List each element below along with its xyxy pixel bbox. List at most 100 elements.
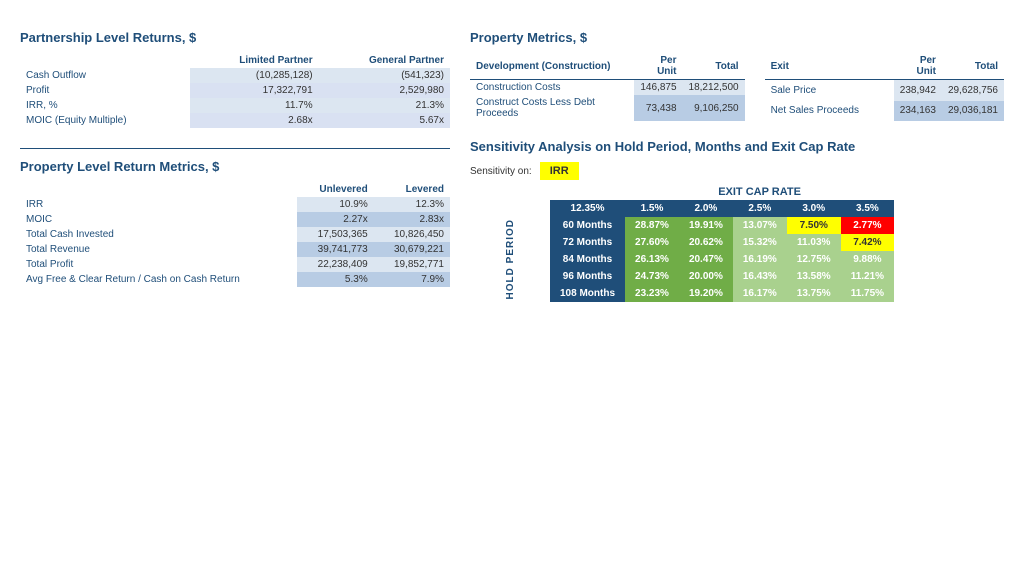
hold-period-label: HOLD PERIOD bbox=[470, 217, 550, 302]
sens-cell: 7.50% bbox=[787, 217, 841, 234]
row-label: IRR, % bbox=[20, 98, 190, 113]
sens-cell: 11.21% bbox=[841, 268, 894, 285]
row-unlevered: 22,238,409 bbox=[297, 257, 373, 272]
metrics-unlevered-header: Unlevered bbox=[297, 182, 373, 197]
row-label: Net Sales Proceeds bbox=[765, 101, 894, 121]
partnership-title: Partnership Level Returns, $ bbox=[20, 30, 450, 45]
table-row: MOIC 2.27x 2.83x bbox=[20, 212, 450, 227]
row-unlevered: 39,741,773 bbox=[297, 242, 373, 257]
row-label: MOIC bbox=[20, 212, 297, 227]
row-per-unit: 146,875 bbox=[634, 80, 682, 96]
dev-total-header: Total bbox=[683, 53, 745, 80]
partnership-table: Limited Partner General Partner Cash Out… bbox=[20, 53, 450, 128]
row-period-label: 60 Months bbox=[550, 217, 625, 234]
table-row: Total Cash Invested 17,503,365 10,826,45… bbox=[20, 227, 450, 242]
sens-cell: 23.23% bbox=[625, 285, 679, 302]
sens-cell: 27.60% bbox=[625, 234, 679, 251]
sens-cell: 19.91% bbox=[679, 217, 733, 234]
row-levered: 10,826,450 bbox=[374, 227, 450, 242]
row-lp: (10,285,128) bbox=[190, 68, 319, 83]
sens-cell: 13.07% bbox=[733, 217, 787, 234]
sens-cell: 7.42% bbox=[841, 234, 894, 251]
row-per-unit: 73,438 bbox=[634, 95, 682, 121]
sens-cell: 19.20% bbox=[679, 285, 733, 302]
row-period-label: 84 Months bbox=[550, 251, 625, 268]
row-label: Cash Outflow bbox=[20, 68, 190, 83]
cap-rate-2: 2.0% bbox=[679, 200, 733, 217]
row-gp: 5.67x bbox=[319, 113, 450, 128]
row-lp: 17,322,791 bbox=[190, 83, 319, 98]
row-total: 18,212,500 bbox=[683, 80, 745, 96]
row-label: Total Revenue bbox=[20, 242, 297, 257]
row-levered: 7.9% bbox=[374, 272, 450, 287]
row-unlevered: 17,503,365 bbox=[297, 227, 373, 242]
row-period-label: 96 Months bbox=[550, 268, 625, 285]
metrics-table: Unlevered Levered IRR 10.9% 12.3% MOIC 2… bbox=[20, 182, 450, 287]
dev-per-unit-header: Per Unit bbox=[634, 53, 682, 80]
exit-table: Exit Per Unit Total Sale Price 238,942 2… bbox=[765, 53, 1004, 121]
partnership-gp-header: General Partner bbox=[319, 53, 450, 68]
table-row: Total Profit 22,238,409 19,852,771 bbox=[20, 257, 450, 272]
table-row: Total Revenue 39,741,773 30,679,221 bbox=[20, 242, 450, 257]
cap-rate-5: 3.5% bbox=[841, 200, 894, 217]
property-metrics-section: Property Metrics, $ Development (Constru… bbox=[470, 30, 1004, 121]
sens-cell: 26.13% bbox=[625, 251, 679, 268]
sens-cell: 16.43% bbox=[733, 268, 787, 285]
sens-cell: 15.32% bbox=[733, 234, 787, 251]
sens-cell: 20.62% bbox=[679, 234, 733, 251]
sens-cell: 13.75% bbox=[787, 285, 841, 302]
row-levered: 19,852,771 bbox=[374, 257, 450, 272]
exit-per-unit-header: Per Unit bbox=[894, 53, 942, 80]
dev-header: Development (Construction) bbox=[470, 53, 634, 80]
sens-cell: 16.19% bbox=[733, 251, 787, 268]
sens-cell: 28.87% bbox=[625, 217, 679, 234]
table-row: Profit 17,322,791 2,529,980 bbox=[20, 83, 450, 98]
sensitivity-section: Sensitivity Analysis on Hold Period, Mon… bbox=[470, 139, 1004, 302]
row-label: Total Profit bbox=[20, 257, 297, 272]
property-level-section: Property Level Return Metrics, $ Unlever… bbox=[20, 159, 450, 287]
row-gp: 2,529,980 bbox=[319, 83, 450, 98]
sens-cell: 2.77% bbox=[841, 217, 894, 234]
exit-header: Exit bbox=[765, 53, 894, 80]
row-gp: (541,323) bbox=[319, 68, 450, 83]
row-total: 29,036,181 bbox=[942, 101, 1004, 121]
row-label: Sale Price bbox=[765, 80, 894, 101]
sensitivity-table: EXIT CAP RATE 12.35% 1.5% 2.0% 2.5% 3.0%… bbox=[470, 186, 894, 302]
row-per-unit: 238,942 bbox=[894, 80, 942, 101]
row-levered: 2.83x bbox=[374, 212, 450, 227]
row-period-label: 108 Months bbox=[550, 285, 625, 302]
development-table: Development (Construction) Per Unit Tota… bbox=[470, 53, 745, 121]
cap-rate-4: 3.0% bbox=[787, 200, 841, 217]
sensitivity-row: HOLD PERIOD 60 Months 28.87%19.91%13.07%… bbox=[470, 217, 894, 234]
row-label: Profit bbox=[20, 83, 190, 98]
table-row: Cash Outflow (10,285,128) (541,323) bbox=[20, 68, 450, 83]
row-label: Construct Costs Less Debt Proceeds bbox=[470, 95, 634, 121]
sens-cell: 20.00% bbox=[679, 268, 733, 285]
sens-cell: 11.03% bbox=[787, 234, 841, 251]
table-row: Sale Price 238,942 29,628,756 bbox=[765, 80, 1004, 101]
table-row: IRR 10.9% 12.3% bbox=[20, 197, 450, 212]
property-metrics-title: Property Metrics, $ bbox=[470, 30, 1004, 45]
row-label: MOIC (Equity Multiple) bbox=[20, 113, 190, 128]
partnership-section: Partnership Level Returns, $ Limited Par… bbox=[20, 30, 450, 128]
row-unlevered: 2.27x bbox=[297, 212, 373, 227]
property-level-title: Property Level Return Metrics, $ bbox=[20, 159, 450, 174]
sens-cell: 24.73% bbox=[625, 268, 679, 285]
row-label: Avg Free & Clear Return / Cash on Cash R… bbox=[20, 272, 297, 287]
row-period-label: 72 Months bbox=[550, 234, 625, 251]
row-label: Total Cash Invested bbox=[20, 227, 297, 242]
cap-rate-3: 2.5% bbox=[733, 200, 787, 217]
partnership-lp-header: Limited Partner bbox=[190, 53, 319, 68]
table-row: Net Sales Proceeds 234,163 29,036,181 bbox=[765, 101, 1004, 121]
table-row: MOIC (Equity Multiple) 2.68x 5.67x bbox=[20, 113, 450, 128]
exit-total-header: Total bbox=[942, 53, 1004, 80]
row-levered: 12.3% bbox=[374, 197, 450, 212]
row-label: IRR bbox=[20, 197, 297, 212]
row-levered: 30,679,221 bbox=[374, 242, 450, 257]
row-total: 29,628,756 bbox=[942, 80, 1004, 101]
cap-rate-1: 1.5% bbox=[625, 200, 679, 217]
sens-cell: 12.75% bbox=[787, 251, 841, 268]
sens-cell: 11.75% bbox=[841, 285, 894, 302]
table-row: Construct Costs Less Debt Proceeds 73,43… bbox=[470, 95, 745, 121]
row-total: 9,106,250 bbox=[683, 95, 745, 121]
